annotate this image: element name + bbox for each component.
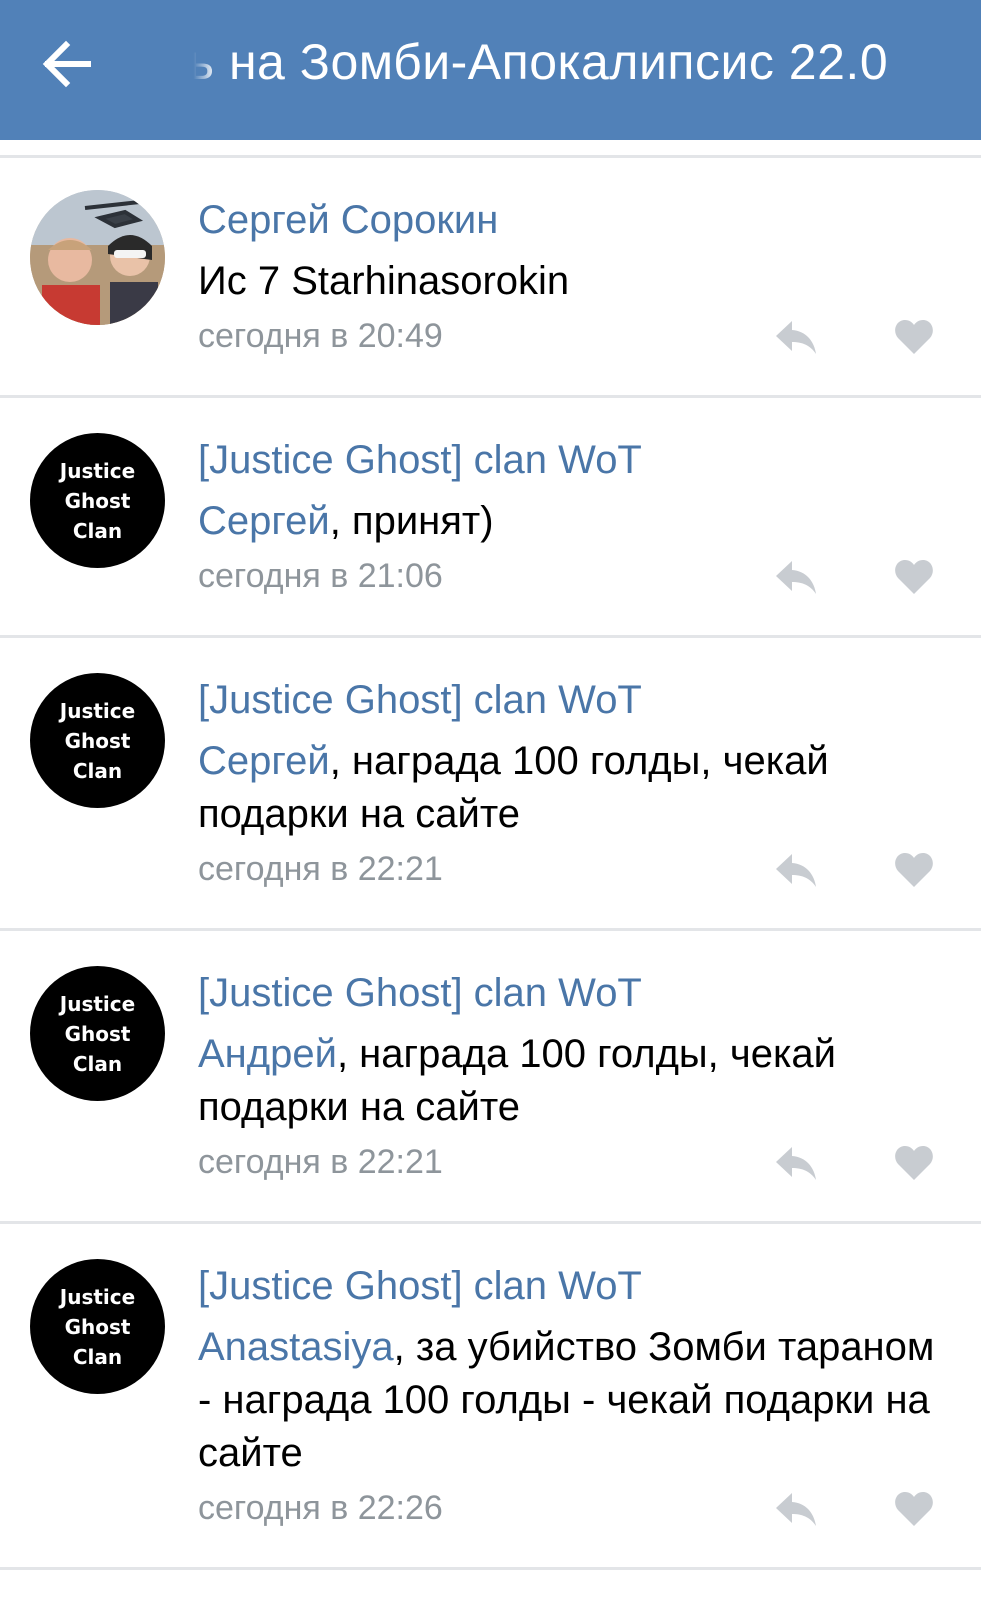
user-photo-avatar: [30, 190, 165, 325]
reply-button[interactable]: [766, 845, 826, 895]
clan-logo-line: Ghost: [64, 1314, 131, 1339]
comment-text: Anastasiya, за убийство Зомби тараном - …: [198, 1321, 938, 1480]
clan-logo-line: Ghost: [64, 728, 131, 753]
clan-logo-line: Clan: [72, 518, 123, 543]
avatar[interactable]: Justice Ghost Clan: [30, 673, 165, 808]
comment-item: Justice Ghost Clan [Justice Ghost] clan …: [0, 398, 981, 638]
page-title: ь на Зомби-Апокалипсис 22.0: [188, 34, 889, 90]
comment-author[interactable]: [Justice Ghost] clan WoT: [198, 967, 642, 1019]
reply-button[interactable]: [766, 1138, 826, 1188]
comment-author[interactable]: [Justice Ghost] clan WoT: [198, 1260, 642, 1312]
reply-button[interactable]: [766, 1484, 826, 1534]
comment-author[interactable]: Сергей Сорокин: [198, 194, 498, 246]
clan-logo-line: Ghost: [64, 488, 131, 513]
clan-logo-line: Clan: [72, 758, 123, 783]
comment-author[interactable]: [Justice Ghost] clan WoT: [198, 674, 642, 726]
comment-item: Сергей Сорокин Ис 7 Starhinasorokin сего…: [0, 158, 981, 398]
comment-list: Сергей Сорокин Ис 7 Starhinasorokin сего…: [0, 158, 981, 1570]
reply-icon: [776, 561, 816, 594]
like-button[interactable]: [884, 845, 944, 895]
comment-author[interactable]: [Justice Ghost] clan WoT: [198, 434, 642, 486]
comment-text: Ис 7 Starhinasorokin: [198, 255, 938, 308]
reply-icon: [776, 1147, 816, 1180]
arrow-left-icon: [42, 40, 91, 88]
mention-link[interactable]: Anastasiya: [198, 1325, 394, 1369]
heart-icon: [895, 320, 933, 354]
clan-logo-line: Clan: [72, 1344, 123, 1369]
title-fade: [188, 0, 216, 130]
top-bar: ь на Зомби-Апокалипсис 22.0: [0, 0, 981, 140]
heart-icon: [895, 1146, 933, 1180]
comment-body: Ис 7 Starhinasorokin: [198, 259, 570, 303]
clan-logo-line: Justice: [59, 1284, 136, 1309]
comment-item: Justice Ghost Clan [Justice Ghost] clan …: [0, 931, 981, 1224]
comment-text: Сергей, награда 100 голды, чекай подарки…: [198, 735, 938, 841]
comment-time: сегодня в 22:21: [198, 850, 443, 888]
like-button[interactable]: [884, 1138, 944, 1188]
back-button[interactable]: [24, 22, 108, 106]
clan-logo-line: Justice: [59, 458, 136, 483]
clan-logo-line: Justice: [59, 991, 136, 1016]
comment-text: Андрей, награда 100 голды, чекай подарки…: [198, 1028, 938, 1134]
avatar[interactable]: [30, 190, 165, 325]
clan-logo-line: Clan: [72, 1051, 123, 1076]
comment-text: Сергей, принят): [198, 495, 938, 548]
title-container: ь на Зомби-Апокалипсис 22.0: [188, 0, 981, 130]
reply-icon: [776, 854, 816, 887]
like-button[interactable]: [884, 552, 944, 602]
comment-time: сегодня в 22:21: [198, 1143, 443, 1181]
heart-icon: [895, 853, 933, 887]
comment-body: , принят): [329, 499, 494, 543]
avatar[interactable]: Justice Ghost Clan: [30, 966, 165, 1101]
reply-icon: [776, 1493, 816, 1526]
comment-time: сегодня в 22:26: [198, 1489, 443, 1527]
mention-link[interactable]: Андрей: [198, 1032, 337, 1076]
clan-logo-line: Justice: [59, 698, 136, 723]
like-button[interactable]: [884, 1484, 944, 1534]
reply-icon: [776, 321, 816, 354]
comment-item: Justice Ghost Clan [Justice Ghost] clan …: [0, 638, 981, 931]
mention-link[interactable]: Сергей: [198, 739, 330, 783]
reply-button[interactable]: [766, 312, 826, 362]
avatar[interactable]: Justice Ghost Clan: [30, 433, 165, 568]
avatar[interactable]: Justice Ghost Clan: [30, 1259, 165, 1394]
comment-time: сегодня в 20:49: [198, 317, 443, 355]
clan-logo-line: Ghost: [64, 1021, 131, 1046]
comment-time: сегодня в 21:06: [198, 557, 443, 595]
heart-icon: [895, 1492, 933, 1526]
like-button[interactable]: [884, 312, 944, 362]
comment-item: Justice Ghost Clan [Justice Ghost] clan …: [0, 1224, 981, 1570]
heart-icon: [895, 560, 933, 594]
reply-button[interactable]: [766, 552, 826, 602]
mention-link[interactable]: Сергей: [198, 499, 330, 543]
